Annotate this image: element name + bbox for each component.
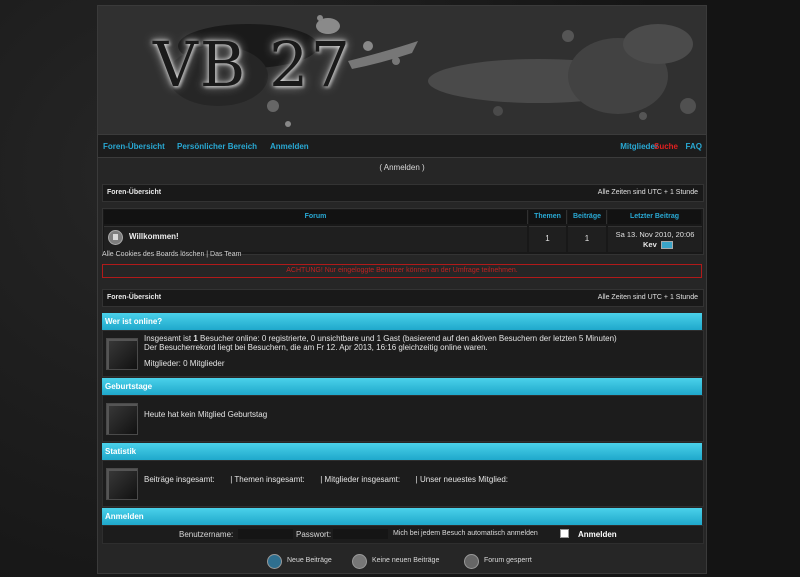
forum-table: Forum Themen Beiträge Letzter Beitrag Wi…: [102, 208, 704, 255]
col-last-post: Letzter Beitrag: [608, 210, 701, 224]
nav-faq[interactable]: FAQ: [686, 142, 702, 151]
legend-forum-locked: Forum gesperrt: [484, 557, 532, 564]
online-members: Mitglieder: 0 Mitglieder: [144, 359, 225, 368]
new-posts-icon: [267, 554, 282, 569]
login-submit-button[interactable]: Anmelden: [578, 530, 617, 539]
site-logo: VB 27: [153, 28, 352, 101]
login-form: Benutzername: Passwort: Mich bei jedem B…: [102, 525, 704, 544]
nav-members[interactable]: Mitglieder: [620, 142, 658, 151]
remember-me-checkbox[interactable]: [560, 529, 569, 538]
forum-locked-icon: [464, 554, 479, 569]
who-is-online-header: Wer ist online?: [102, 313, 702, 330]
statistics-header: Statistik: [102, 443, 702, 460]
breadcrumb-bar-bottom: Foren-Übersicht Alle Zeiten sind UTC + 1…: [102, 289, 704, 307]
forum-title-link[interactable]: Willkommen!: [129, 232, 179, 241]
last-post-author[interactable]: Kev: [643, 240, 657, 249]
username-field[interactable]: [238, 529, 293, 539]
nav-login[interactable]: Anmelden: [270, 142, 309, 151]
legend-new-posts: Neue Beiträge: [287, 557, 332, 564]
no-new-posts-icon: [352, 554, 367, 569]
birthday-cube-icon: [106, 403, 138, 435]
login-link[interactable]: ( Anmelden ): [98, 163, 706, 172]
nav-search[interactable]: Suche: [654, 142, 678, 151]
remember-me-label: Mich bei jedem Besuch automatisch anmeld…: [393, 530, 538, 537]
nav-personal-area[interactable]: Persönlicher Bereich: [177, 142, 257, 151]
birthdays-text: Heute hat kein Mitglied Geburtstag: [144, 410, 268, 419]
col-topics: Themen: [529, 210, 567, 224]
statistics-body: Beiträge insgesamt: | Themen insgesamt: …: [102, 460, 704, 507]
timezone-label-bottom: Alle Zeiten sind UTC + 1 Stunde: [597, 294, 698, 301]
forum-post-count: 1: [584, 234, 590, 243]
birthdays-header: Geburtstage: [102, 378, 702, 395]
header-banner: VB 27: [98, 6, 706, 134]
password-field[interactable]: [333, 529, 388, 539]
page-wrapper: VB 27 Foren-Übersicht Persönlicher Berei…: [97, 5, 707, 574]
login-title: Anmelden: [105, 512, 144, 521]
view-latest-post-icon[interactable]: [661, 241, 673, 249]
main-navigation: Foren-Übersicht Persönlicher Bereich Anm…: [98, 134, 706, 158]
statistics-text: Beiträge insgesamt: | Themen insgesamt: …: [144, 475, 509, 484]
online-summary: Insgesamt ist 1 Besucher online: 0 regis…: [144, 334, 617, 343]
legend-no-new-posts: Keine neuen Beiträge: [372, 557, 440, 564]
footer-links[interactable]: Alle Cookies des Boards löschen | Das Te…: [102, 251, 241, 258]
username-label: Benutzername:: [179, 530, 234, 539]
col-forum: Forum: [104, 210, 528, 224]
online-cube-icon: [106, 338, 138, 370]
breadcrumb-forum-index[interactable]: Foren-Übersicht: [107, 189, 161, 196]
breadcrumb-forum-index-bottom[interactable]: Foren-Übersicht: [107, 294, 161, 301]
online-record: Der Besucherrekord liegt bei Besuchern, …: [144, 343, 488, 352]
last-post-date: Sa 13. Nov 2010, 20:06: [615, 230, 695, 239]
breadcrumb-bar: Foren-Übersicht Alle Zeiten sind UTC + 1…: [102, 184, 704, 202]
who-is-online-body: Insgesamt ist 1 Besucher online: 0 regis…: [102, 330, 704, 377]
timezone-label: Alle Zeiten sind UTC + 1 Stunde: [597, 189, 698, 196]
poll-warning: ACHTUNG! Nur eingeloggte Benutzer können…: [102, 264, 702, 278]
statistics-title: Statistik: [105, 447, 137, 456]
password-label: Passwort:: [296, 530, 332, 539]
forum-topic-count: 1: [545, 234, 550, 243]
login-header: Anmelden: [102, 508, 702, 525]
col-posts: Beiträge: [568, 210, 607, 224]
nav-forum-index[interactable]: Foren-Übersicht: [103, 142, 165, 151]
statistics-cube-icon: [106, 468, 138, 500]
birthdays-body: Heute hat kein Mitglied Geburtstag: [102, 395, 704, 442]
forum-read-icon: [108, 230, 123, 245]
birthdays-title: Geburtstage: [105, 382, 153, 391]
who-is-online-title: Wer ist online?: [105, 317, 163, 326]
